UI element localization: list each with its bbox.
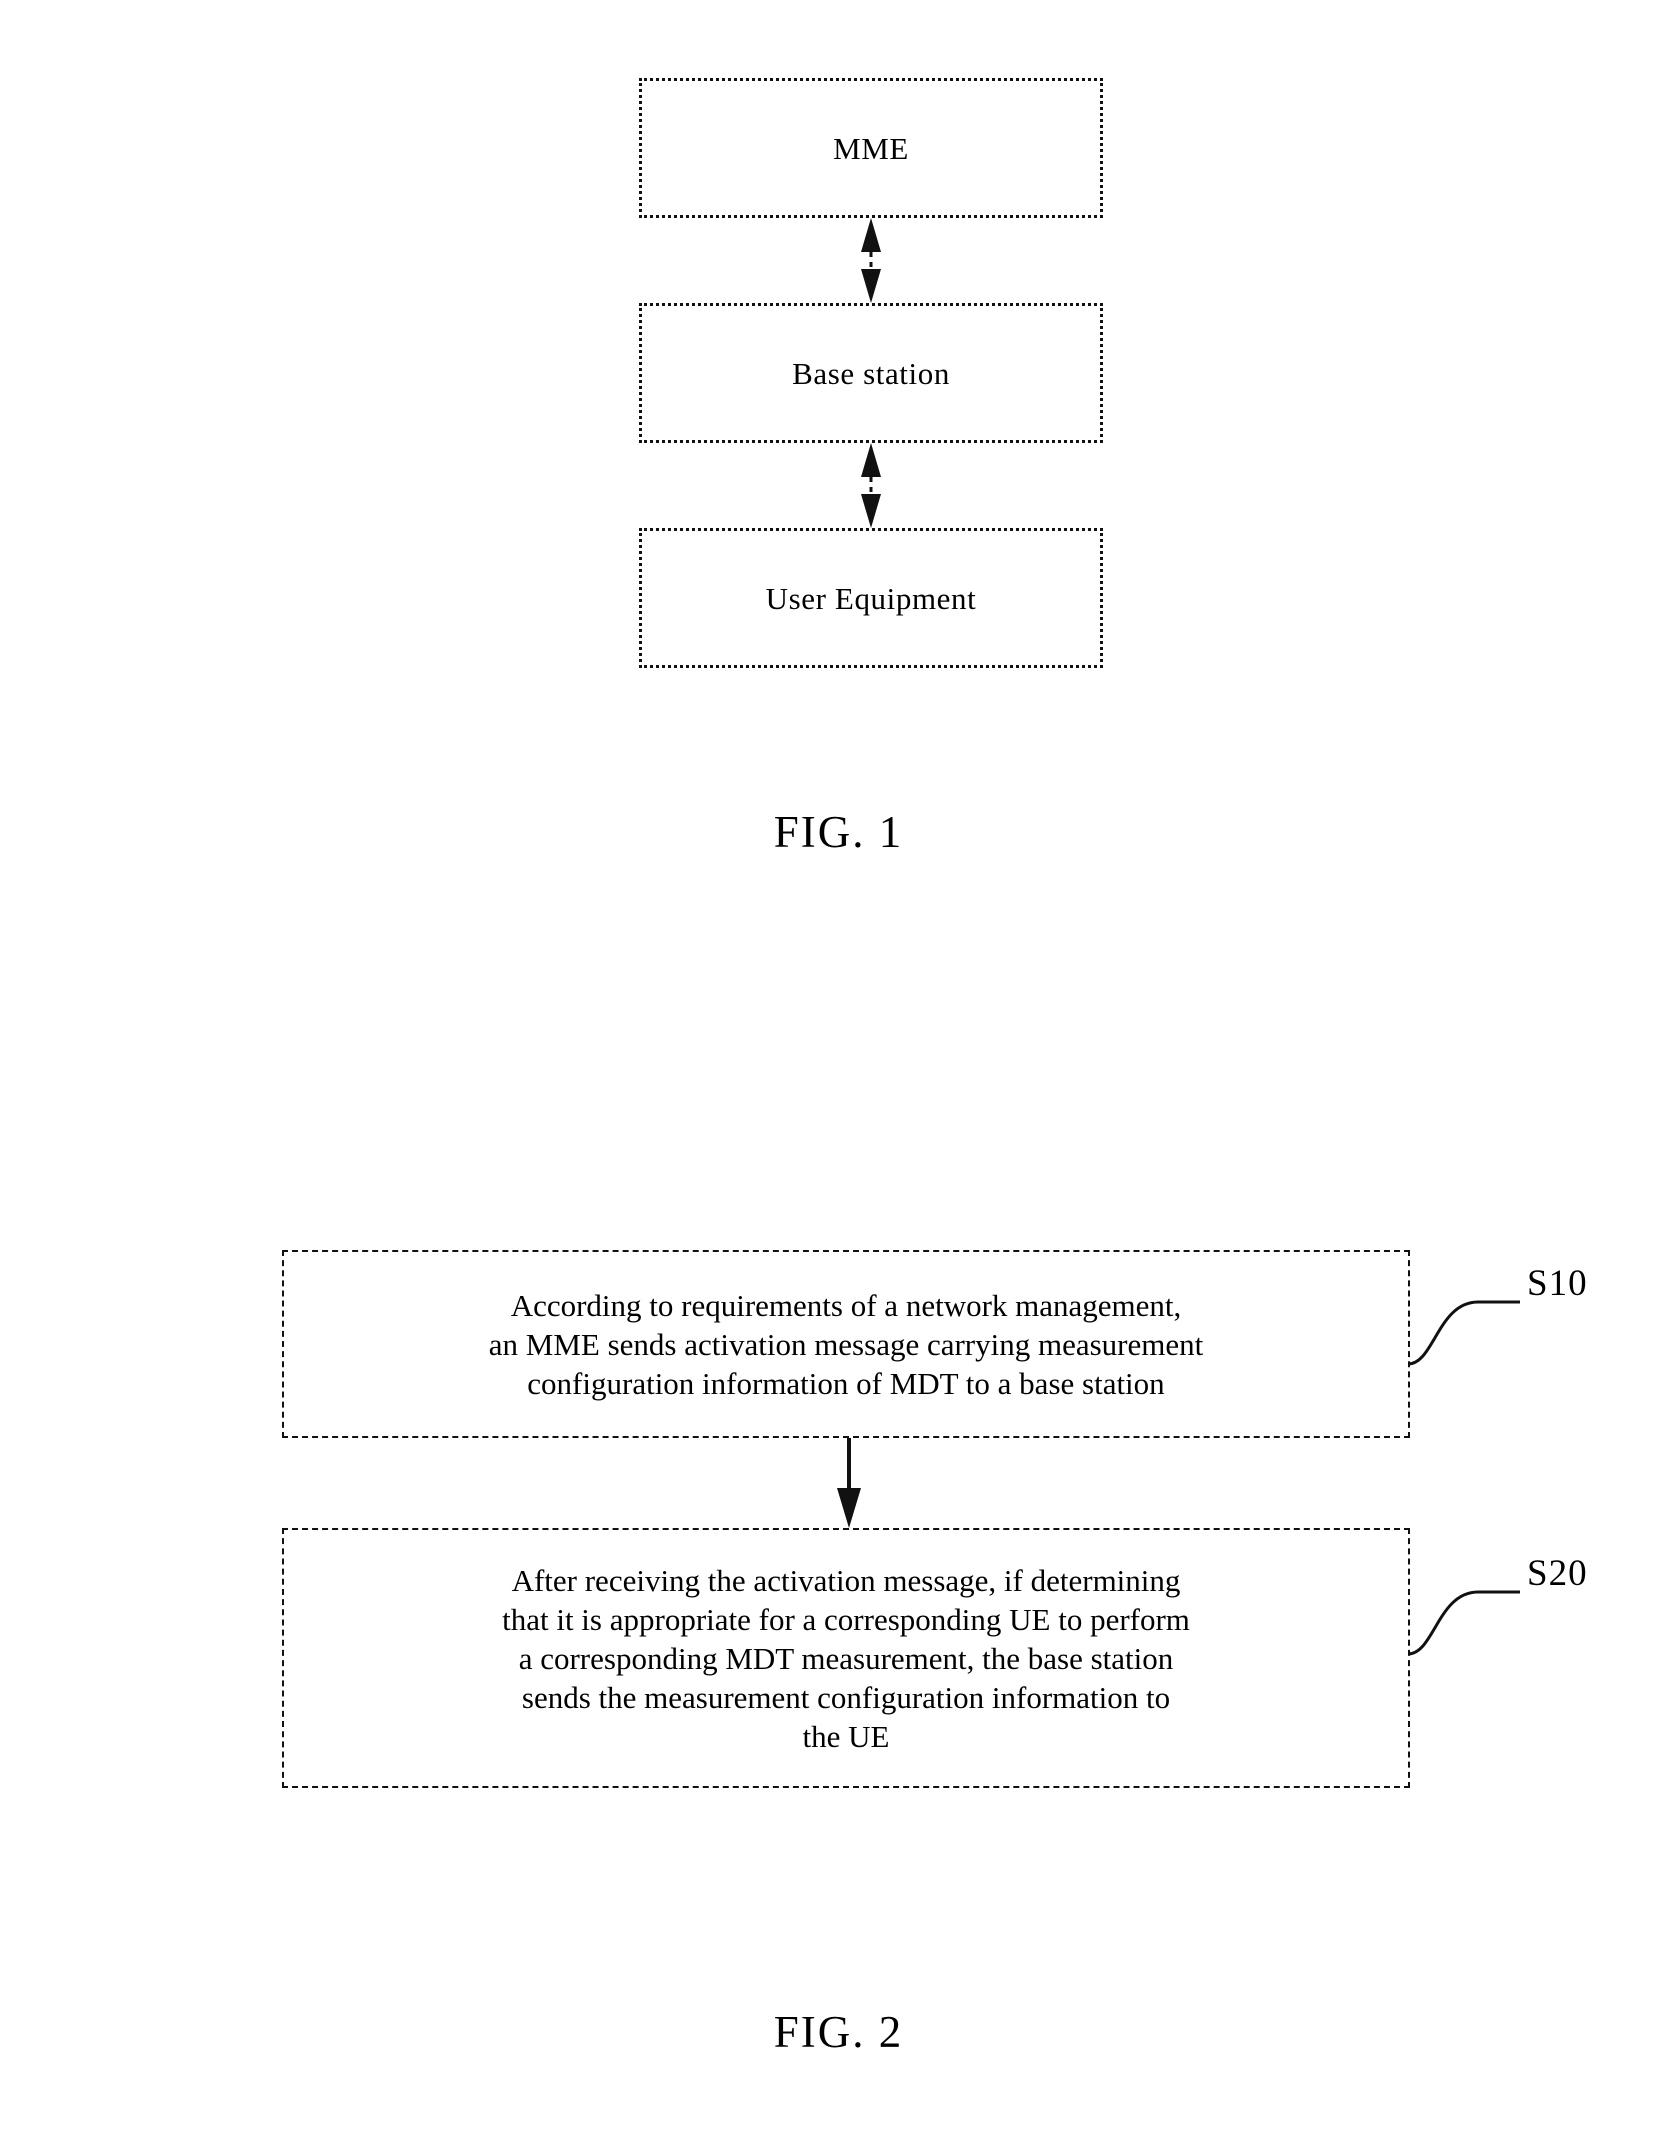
- figure1-caption: FIG. 1: [773, 807, 904, 857]
- fig2-step-s20-line-3: a corresponding MDT measurement, the bas…: [518, 1640, 1174, 1676]
- fig2-leader-line-s10: [1407, 1280, 1526, 1376]
- fig1-node-base-station: Base station: [639, 303, 1103, 443]
- fig2-step-s10-line-1: According to requirements of a network m…: [510, 1287, 1182, 1323]
- fig2-connector-s10-s20: [834, 1438, 864, 1528]
- fig2-step-s20-line-5: the UE: [802, 1718, 890, 1754]
- fig2-step-s10-line-3: configuration information of MDT to a ba…: [527, 1365, 1165, 1401]
- fig2-step-s20-line-2: that it is appropriate for a correspondi…: [502, 1601, 1190, 1637]
- fig1-node-base-station-label: Base station: [792, 355, 950, 391]
- fig1-connector-base-station-user-equipment: [855, 443, 887, 528]
- fig2-leader-line-s20: [1407, 1570, 1526, 1666]
- fig1-node-user-equipment: User Equipment: [639, 528, 1103, 668]
- fig2-step-box-s10: According to requirements of a network m…: [282, 1250, 1410, 1438]
- fig2-step-box-s20: After receiving the activation message, …: [282, 1528, 1410, 1788]
- fig1-node-mme: MME: [639, 78, 1103, 218]
- fig2-step-s10-line-2: an MME sends activation message carrying…: [488, 1326, 1204, 1362]
- fig2-step-s20-line-4: sends the measurement configuration info…: [521, 1679, 1171, 1715]
- fig2-step-s20-line-1: After receiving the activation message, …: [511, 1562, 1181, 1598]
- fig1-connector-mme-base-station: [855, 218, 887, 303]
- fig1-node-mme-label: MME: [833, 130, 909, 166]
- patent-figure-page: MME Base station User Equipment FIG. 1 A…: [0, 0, 1677, 2136]
- fig2-step-ref-s10: S10: [1527, 1263, 1588, 1304]
- fig1-node-user-equipment-label: User Equipment: [765, 580, 977, 616]
- fig2-step-ref-s20: S20: [1527, 1553, 1588, 1594]
- figure2-caption: FIG. 2: [773, 2007, 904, 2057]
